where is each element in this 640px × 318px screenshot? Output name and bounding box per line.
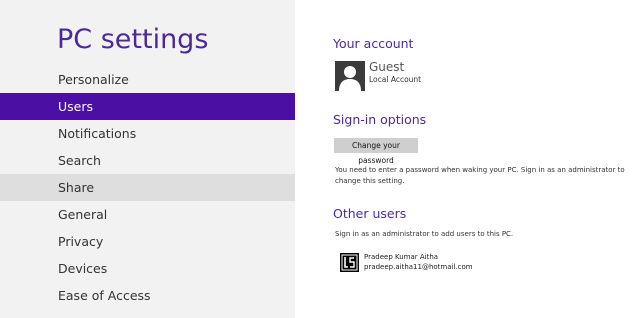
other-user-name: Pradeep Kumar Aitha bbox=[364, 253, 439, 261]
user-photo-icon bbox=[340, 253, 359, 272]
account-name: Guest bbox=[369, 60, 405, 74]
nav-item-general[interactable]: General bbox=[0, 201, 295, 228]
sign-in-options-heading: Sign-in options bbox=[333, 112, 427, 127]
other-user-email: pradeep.aitha11@hotmail.com bbox=[364, 263, 473, 271]
nav-item-users[interactable]: Users bbox=[0, 93, 295, 120]
user-silhouette-icon bbox=[335, 61, 365, 91]
nav-item-notifications[interactable]: Notifications bbox=[0, 120, 295, 147]
nav-item-privacy[interactable]: Privacy bbox=[0, 228, 295, 255]
account-type: Local Account bbox=[369, 75, 422, 84]
content-pane: Your account Guest Local Account Sign-in… bbox=[333, 0, 633, 318]
other-user-entry[interactable]: Pradeep Kumar Aitha pradeep.aitha11@hotm… bbox=[340, 252, 540, 274]
nav-pane: PC settings Personalize Users Notificati… bbox=[0, 0, 295, 318]
nav-item-ease-of-access[interactable]: Ease of Access bbox=[0, 282, 295, 309]
nav-list: Personalize Users Notifications Search S… bbox=[0, 66, 295, 309]
page-title: PC settings bbox=[57, 24, 209, 55]
change-password-button[interactable]: Change your password bbox=[334, 138, 418, 165]
nav-item-personalize[interactable]: Personalize bbox=[0, 66, 295, 93]
sign-in-note: You need to enter a password when waking… bbox=[335, 166, 625, 185]
nav-item-search[interactable]: Search bbox=[0, 147, 295, 174]
other-users-heading: Other users bbox=[333, 206, 407, 221]
your-account-heading: Your account bbox=[333, 36, 414, 51]
nav-item-devices[interactable]: Devices bbox=[0, 255, 295, 282]
other-users-note: Sign in as an administrator to add users… bbox=[335, 230, 514, 238]
nav-item-share[interactable]: Share bbox=[0, 174, 295, 201]
